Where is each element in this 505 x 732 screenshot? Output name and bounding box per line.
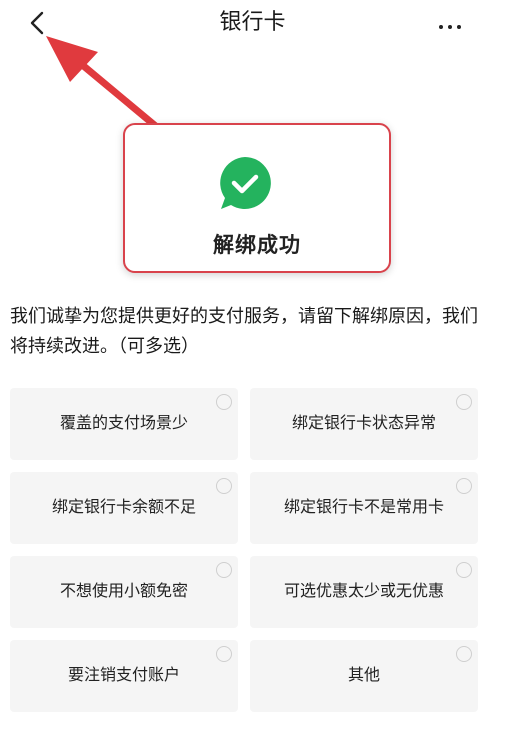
reason-option-label: 绑定银行卡余额不足 — [51, 497, 196, 516]
radio-unchecked-icon[interactable] — [456, 478, 472, 494]
reason-option-label: 覆盖的支付场景少 — [59, 413, 188, 432]
reason-option-8[interactable]: 其他 — [250, 640, 478, 712]
reason-option-label: 不想使用小额免密 — [59, 581, 188, 600]
reason-option-5[interactable]: 不想使用小额免密 — [10, 556, 238, 628]
more-dots-icon — [437, 14, 464, 33]
radio-unchecked-icon[interactable] — [216, 646, 232, 662]
reason-option-label: 可选优惠太少或无优惠 — [283, 581, 444, 600]
unbind-success-card: 解绑成功 — [123, 123, 391, 273]
unbind-reason-prompt: 我们诚挚为您提供更好的支付服务，请留下解绑原因，我们将持续改进。（可多选） — [10, 306, 478, 357]
bank-card-page: 银行卡 解绑成功 我们诚挚为您提供更好的支付服务，请留下解绑原因，我们将持续改进… — [0, 0, 505, 732]
reason-option-7[interactable]: 要注销支付账户 — [10, 640, 238, 712]
radio-unchecked-icon[interactable] — [456, 394, 472, 410]
reason-option-label: 绑定银行卡状态异常 — [291, 413, 436, 432]
radio-unchecked-icon[interactable] — [456, 646, 472, 662]
reason-option-label: 其他 — [347, 665, 380, 684]
reason-option-2[interactable]: 绑定银行卡状态异常 — [250, 388, 478, 460]
check-circle-icon — [220, 157, 271, 209]
more-button[interactable] — [432, 10, 468, 36]
page-title: 银行卡 — [219, 10, 286, 35]
top-bar: 银行卡 — [0, 0, 505, 50]
radio-unchecked-icon[interactable] — [216, 562, 232, 578]
reason-option-label: 要注销支付账户 — [67, 665, 180, 684]
reason-option-1[interactable]: 覆盖的支付场景少 — [10, 388, 238, 460]
reason-option-3[interactable]: 绑定银行卡余额不足 — [10, 472, 238, 544]
radio-unchecked-icon[interactable] — [216, 478, 232, 494]
radio-unchecked-icon[interactable] — [216, 394, 232, 410]
radio-unchecked-icon[interactable] — [456, 562, 472, 578]
reason-option-4[interactable]: 绑定银行卡不是常用卡 — [250, 472, 478, 544]
reason-option-6[interactable]: 可选优惠太少或无优惠 — [250, 556, 478, 628]
success-message: 解绑成功 — [213, 233, 301, 257]
reason-option-label: 绑定银行卡不是常用卡 — [283, 497, 444, 516]
